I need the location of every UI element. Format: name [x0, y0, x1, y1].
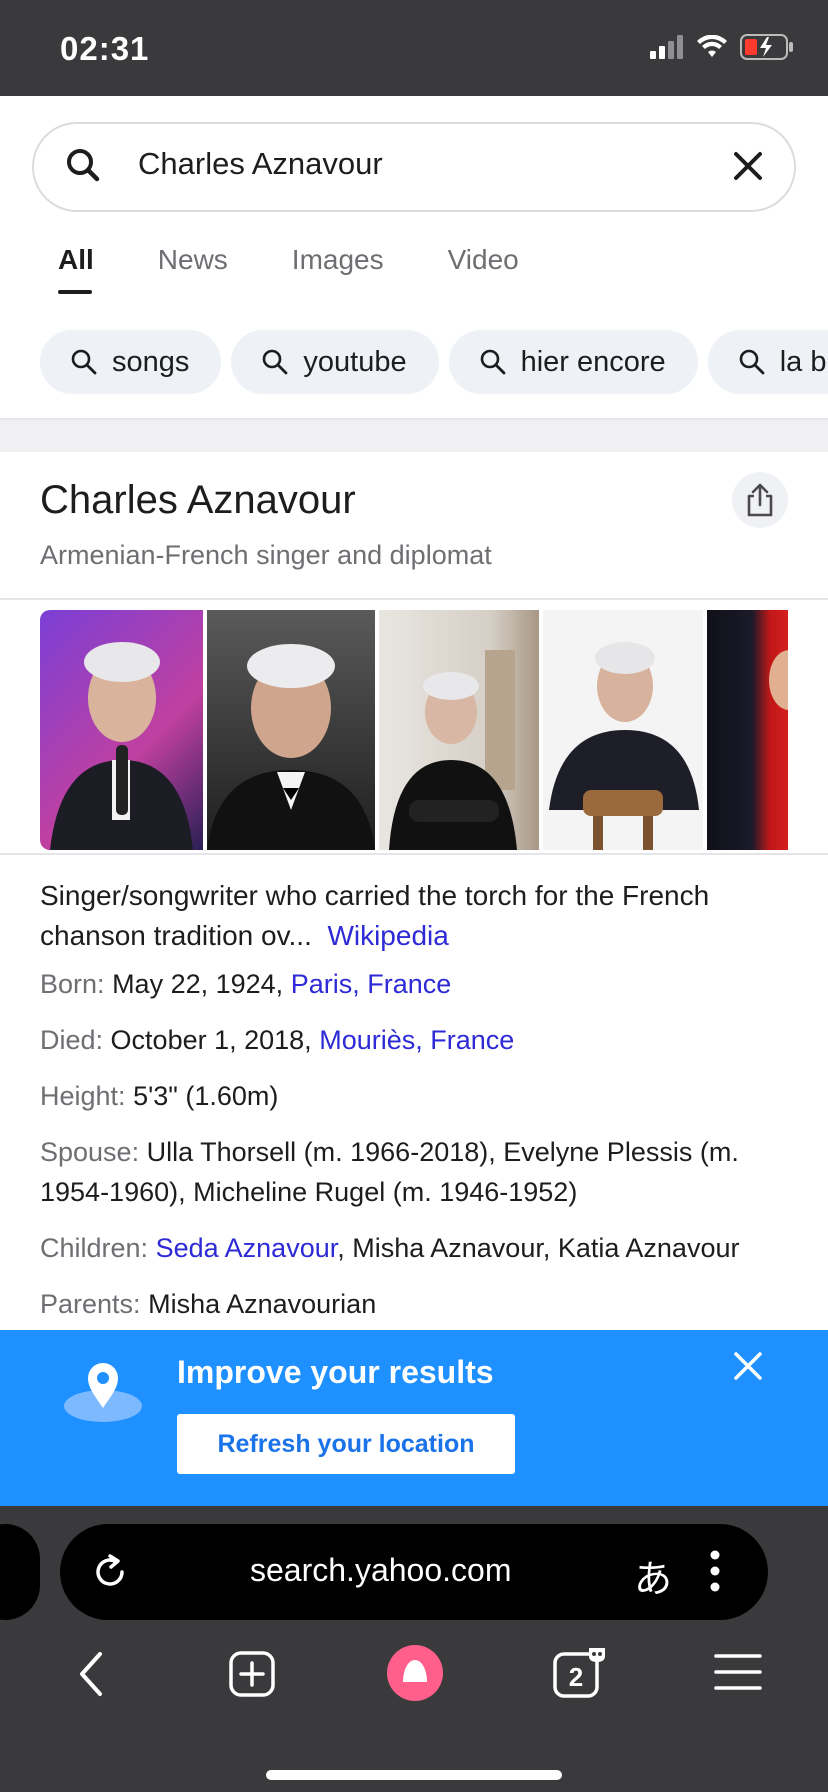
tab-video[interactable]: Video: [448, 244, 519, 294]
tabs-button[interactable]: 2: [553, 1646, 609, 1702]
fact-value: , Misha Aznavour, Katia Aznavour: [337, 1233, 740, 1263]
browser-toolbar: search.yahoo.com あ 2: [0, 1506, 828, 1792]
fact-born: Born: May 22, 1924, Paris, France: [40, 964, 800, 1004]
chip-label: hier encore: [520, 345, 666, 378]
tab-count: 2: [568, 1661, 584, 1692]
status-bar: 02:31: [0, 0, 828, 96]
photo-4[interactable]: [543, 610, 703, 850]
wikipedia-link[interactable]: Wikipedia: [327, 920, 448, 951]
photo-5[interactable]: [707, 610, 788, 850]
search-icon: [263, 349, 288, 375]
location-banner: Improve your results Refresh your locati…: [0, 1330, 828, 1506]
fact-height: Height: 5'3" (1.60m): [40, 1076, 800, 1116]
battery-low-charging-icon: [740, 34, 793, 60]
chip-la-b[interactable]: la b: [707, 330, 828, 394]
fact-label: Parents:: [40, 1289, 141, 1319]
close-icon[interactable]: [732, 1350, 764, 1382]
tab-all[interactable]: All: [58, 244, 94, 294]
fact-value: Misha Aznavourian: [148, 1289, 377, 1319]
more-icon[interactable]: [708, 1548, 722, 1594]
search-tabs: All News Images Video: [58, 244, 519, 294]
bottom-navigation: 2: [0, 1636, 828, 1726]
chip-label: youtube: [303, 345, 407, 378]
home-indicator[interactable]: [266, 1770, 562, 1780]
divider: [0, 598, 828, 600]
chip-label: songs: [112, 345, 190, 378]
chip-label: la b: [779, 345, 827, 378]
banner-title: Improve your results: [177, 1354, 494, 1390]
location-pin-icon: [64, 1363, 142, 1422]
fact-parents: Parents: Misha Aznavourian: [40, 1284, 800, 1324]
deathplace-link[interactable]: Mouriès, France: [319, 1025, 514, 1055]
photo-3[interactable]: [379, 610, 539, 850]
knowledge-panel-description: Singer/songwriter who carried the torch …: [40, 876, 800, 956]
child-link[interactable]: Seda Aznavour: [156, 1233, 338, 1263]
chip-youtube[interactable]: youtube: [231, 330, 439, 394]
fact-spouse: Spouse: Ulla Thorsell (m. 1966-2018), Ev…: [40, 1132, 800, 1212]
new-tab-icon[interactable]: [228, 1650, 276, 1698]
back-icon[interactable]: [72, 1646, 112, 1702]
refresh-location-button[interactable]: Refresh your location: [177, 1414, 515, 1474]
fact-label: Spouse:: [40, 1137, 140, 1167]
related-search-chips: songs youtube hier encore la b: [40, 330, 828, 394]
share-icon: [747, 483, 773, 517]
address-bar[interactable]: search.yahoo.com あ: [60, 1524, 768, 1620]
menu-icon[interactable]: [714, 1652, 762, 1692]
fact-value: 5'3" (1.60m): [133, 1081, 279, 1111]
clear-icon[interactable]: [730, 148, 766, 184]
image-carousel[interactable]: [40, 610, 788, 850]
birthplace-link[interactable]: Paris, France: [291, 969, 452, 999]
wifi-icon: [697, 35, 727, 57]
search-input[interactable]: Charles Aznavour: [138, 146, 383, 182]
fact-value: October 1, 2018,: [110, 1025, 312, 1055]
photo-1[interactable]: [40, 610, 203, 850]
fact-label: Died:: [40, 1025, 104, 1055]
fact-label: Height:: [40, 1081, 126, 1111]
tab-images[interactable]: Images: [292, 244, 384, 294]
knowledge-panel-subtitle: Armenian-French singer and diplomat: [40, 540, 492, 570]
fact-label: Children:: [40, 1233, 149, 1263]
status-icons: [650, 34, 794, 60]
chip-songs[interactable]: songs: [40, 330, 222, 394]
fact-died: Died: October 1, 2018, Mouriès, France: [40, 1020, 800, 1060]
fact-value: May 22, 1924,: [112, 969, 284, 999]
url-text: search.yahoo.com: [250, 1552, 512, 1588]
status-time: 02:31: [60, 30, 150, 67]
fact-children: Children: Seda Aznavour, Misha Aznavour,…: [40, 1228, 800, 1268]
reload-icon[interactable]: [88, 1550, 132, 1594]
knowledge-panel-title: Charles Aznavour: [40, 478, 356, 522]
assistant-icon[interactable]: [386, 1644, 444, 1702]
search-icon: [67, 149, 100, 182]
fact-value: Ulla Thorsell (m. 1966-2018), Evelyne Pl…: [40, 1137, 739, 1207]
section-separator: [0, 418, 828, 452]
chip-hier-encore[interactable]: hier encore: [448, 330, 698, 394]
previous-tab-pill[interactable]: [0, 1524, 40, 1620]
search-box[interactable]: Charles Aznavour: [32, 122, 796, 212]
translate-icon[interactable]: あ: [634, 1548, 672, 1603]
search-icon: [739, 349, 765, 375]
signal-icon: [650, 35, 683, 59]
share-button[interactable]: [732, 472, 788, 528]
photo-2[interactable]: [207, 610, 375, 850]
search-icon: [71, 349, 97, 375]
tab-news[interactable]: News: [158, 244, 228, 294]
divider: [0, 853, 828, 855]
fact-label: Born:: [40, 969, 105, 999]
search-icon: [480, 349, 505, 375]
